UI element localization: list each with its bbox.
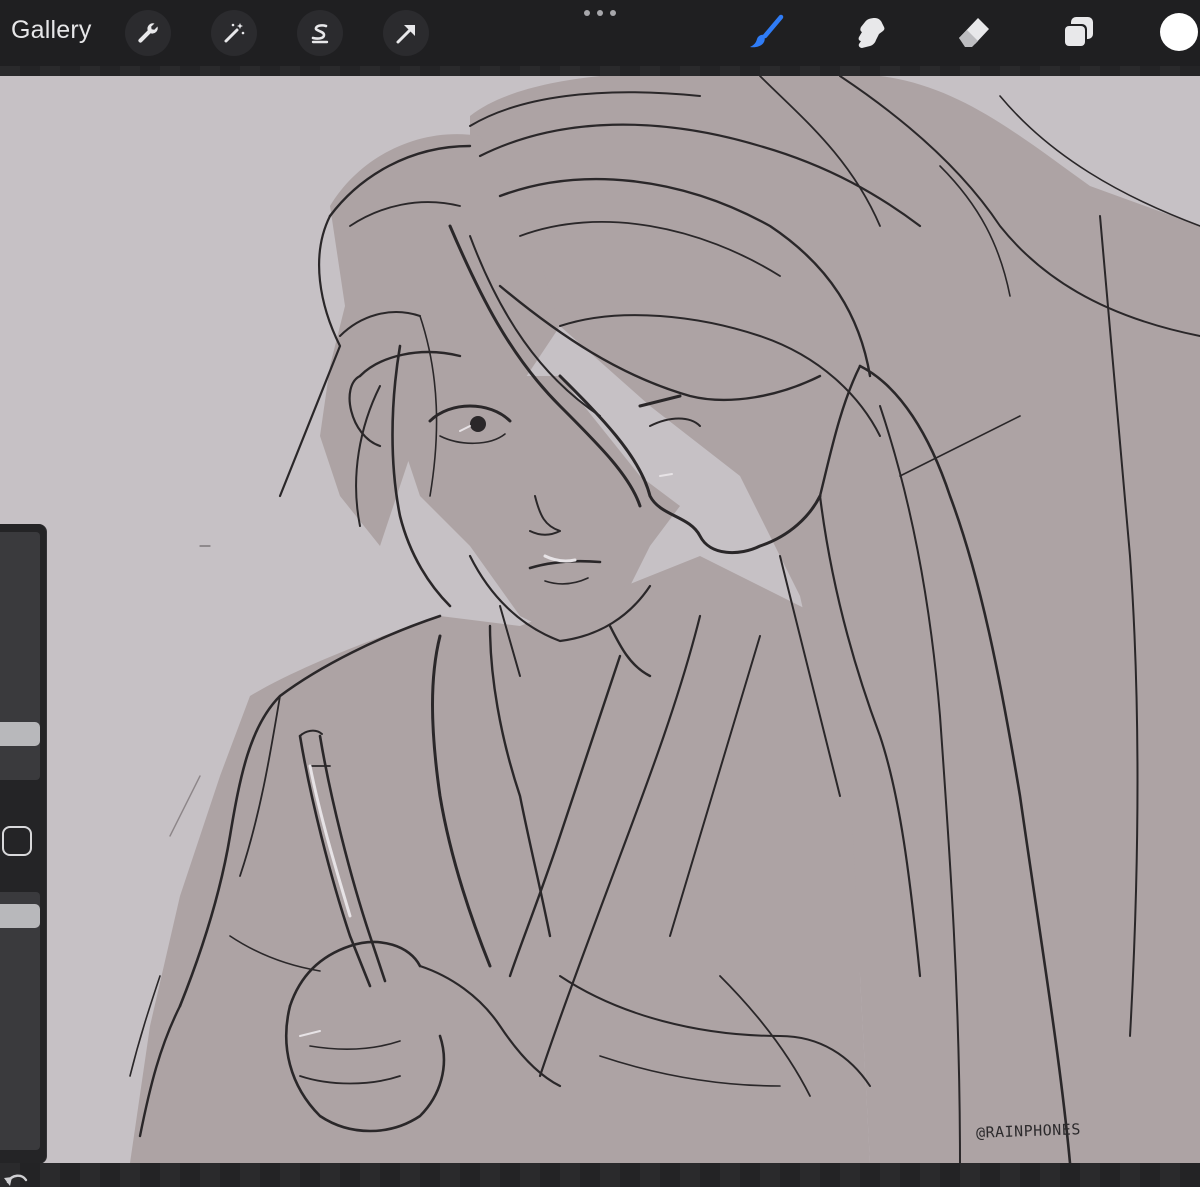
magic-wand-icon — [224, 23, 245, 43]
more-options-button[interactable] — [584, 10, 616, 20]
canvas-bottom-edge — [0, 1163, 1200, 1187]
layers-button[interactable] — [1055, 10, 1101, 56]
transform-button[interactable] — [383, 10, 429, 56]
brush-tool-button[interactable] — [743, 10, 789, 56]
undo-arrow-icon — [4, 1174, 28, 1186]
artist-signature: @RAINPHONES — [975, 1120, 1082, 1142]
eraser-icon — [959, 18, 989, 47]
brush-size-thumb[interactable] — [0, 722, 40, 746]
sketch-artwork — [129, 76, 1200, 1163]
color-picker-button[interactable] — [1160, 13, 1198, 51]
undo-button[interactable] — [2, 1168, 30, 1187]
actions-button[interactable] — [125, 10, 171, 56]
opacity-slider[interactable] — [0, 892, 40, 1150]
transform-arrow-icon — [396, 25, 415, 44]
brush-icon — [750, 14, 784, 48]
top-toolbar: Gallery — [0, 0, 1200, 67]
dot-icon — [610, 10, 616, 16]
procreate-app: Gallery @RAINPHONES — [0, 0, 1200, 1187]
modify-button[interactable] — [2, 826, 32, 856]
eraser-tool-button[interactable] — [951, 10, 997, 56]
gallery-button[interactable]: Gallery — [11, 16, 92, 45]
smudge-tool-button[interactable] — [847, 10, 893, 56]
brush-size-slider[interactable] — [0, 532, 40, 780]
adjustments-button[interactable] — [211, 10, 257, 56]
selection-icon — [311, 24, 329, 44]
dot-icon — [597, 10, 603, 16]
smudge-icon — [858, 18, 885, 48]
sidebar-panel — [0, 524, 46, 1164]
wrench-icon — [138, 23, 158, 43]
layers-icon — [1063, 17, 1093, 48]
drawing-canvas[interactable] — [0, 76, 1200, 1163]
tone-fill — [130, 76, 1200, 1163]
canvas-edge — [0, 66, 1200, 76]
opacity-thumb[interactable] — [0, 904, 40, 928]
dot-icon — [584, 10, 590, 16]
selection-button[interactable] — [297, 10, 343, 56]
